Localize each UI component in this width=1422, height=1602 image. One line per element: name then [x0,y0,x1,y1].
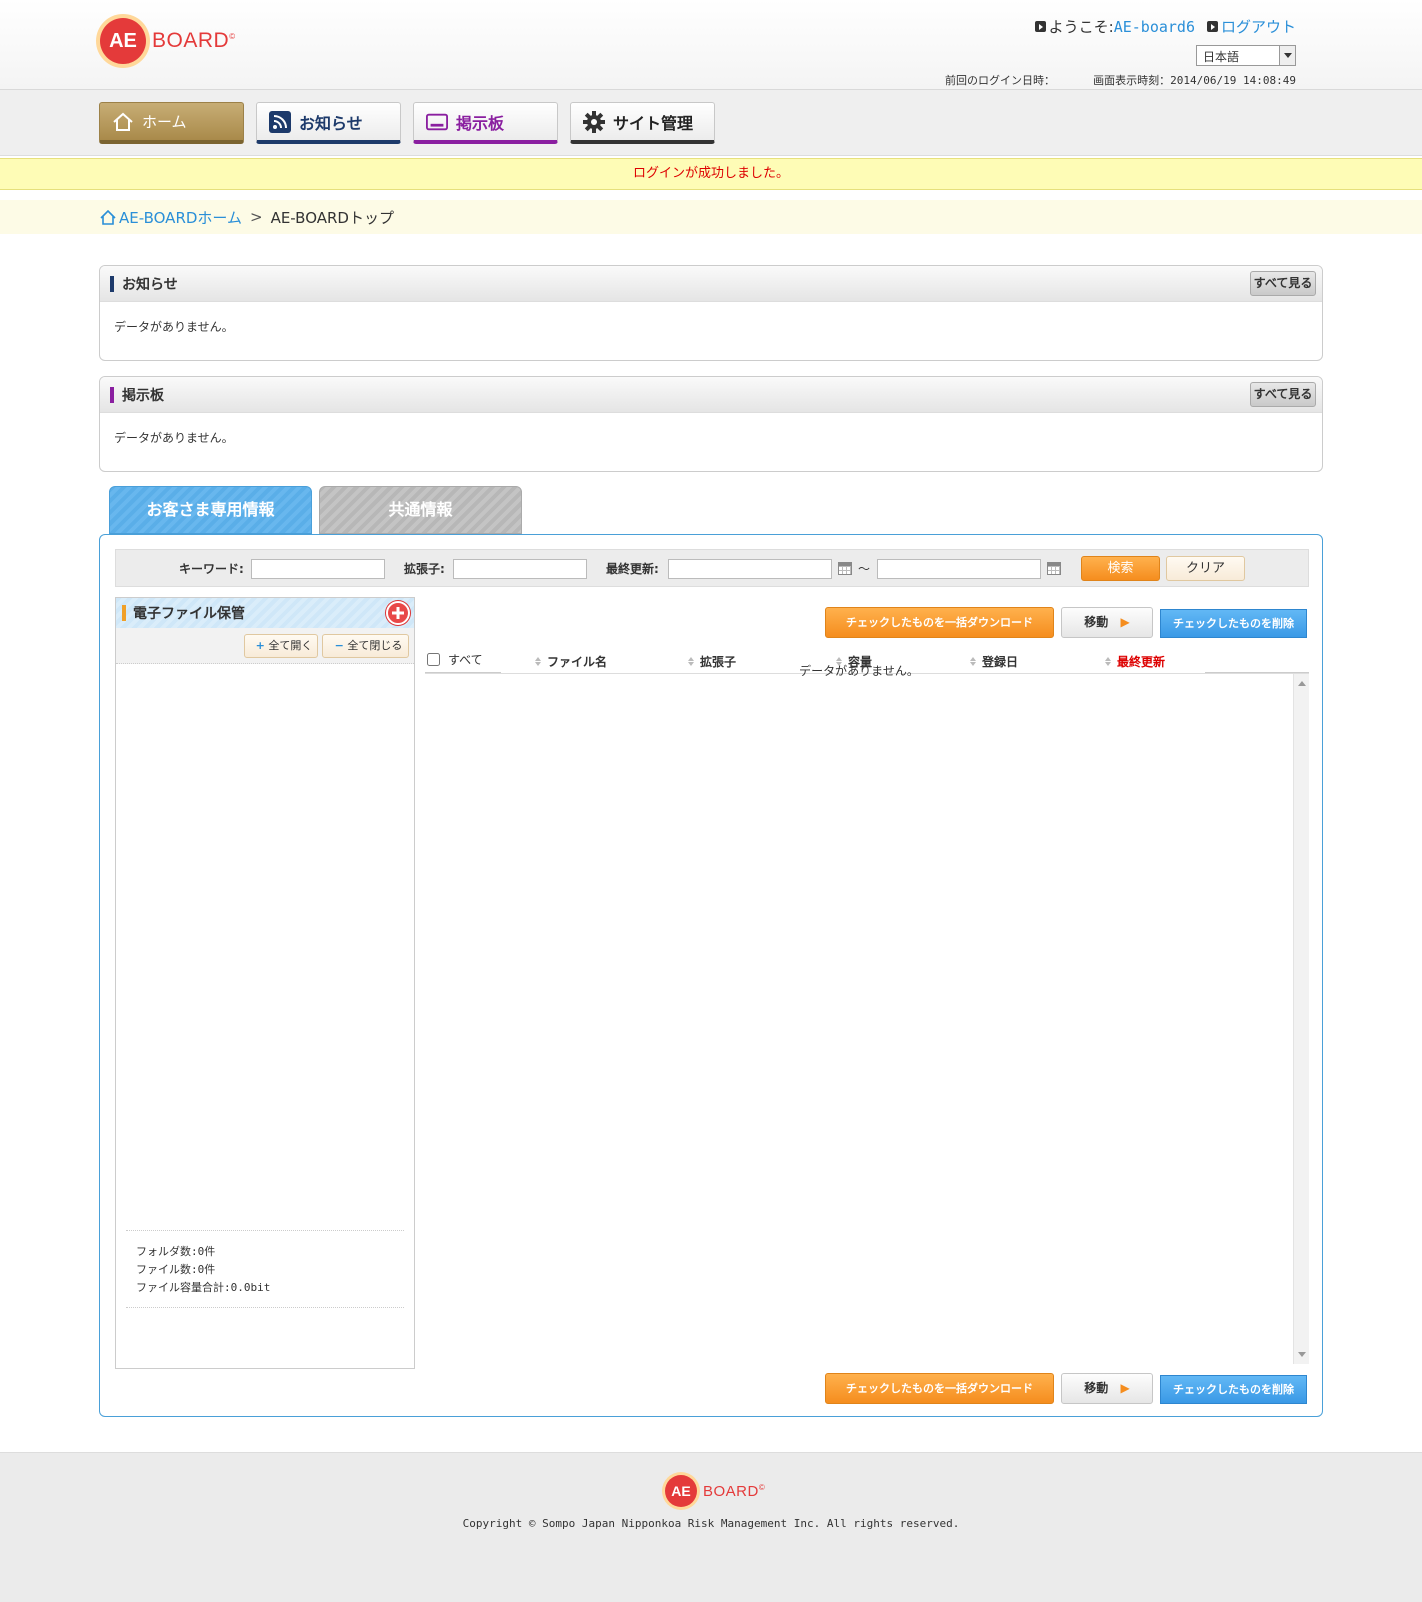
nav-board[interactable]: 掲示板 [413,102,558,144]
gear-icon [583,110,605,133]
range-separator: ～ [858,562,871,576]
folder-count: フォルダ数:0件 [136,1245,216,1258]
move-label: 移動 [1084,615,1109,629]
copyright: Copyright © Sompo Japan Nipponkoa Risk M… [462,1517,960,1530]
rss-icon [269,110,291,133]
folder-stats: フォルダ数:0件 ファイル数:0件 ファイル容量合計:0.0bit [126,1230,404,1308]
site-header: AE BOARD© ようこそ: AE-board6 ログアウト 日本語 前回のロ… [0,0,1422,90]
file-list-scrollbar[interactable] [1293,674,1309,1364]
board-empty-message: データがありません。 [114,431,234,445]
bulk-delete-button[interactable]: チェックしたものを削除 [1160,609,1307,638]
nav-news-label: お知らせ [299,113,363,133]
news-panel-header: お知らせ すべて見る [100,266,1322,302]
file-count: ファイル数:0件 [136,1263,216,1276]
date-to-input[interactable] [877,559,1041,579]
breadcrumb: AE-BOARDホーム > AE-BOARDトップ [0,200,1422,234]
logout-link[interactable]: ログアウト [1221,16,1296,37]
main-nav: ホーム お知らせ 掲示板 サイト管理 [0,90,1422,156]
panel-accent-bar [110,386,114,403]
flash-message: ログインが成功しました。 [0,158,1422,190]
last-login: 前回のログイン日時： [945,74,1055,87]
collapse-all-label: 全て閉じる [347,639,403,652]
news-panel: お知らせ すべて見る データがありません。 [99,265,1323,361]
breadcrumb-separator: > [249,208,263,226]
plus-icon: + [255,639,265,652]
bulk-delete-button[interactable]: チェックしたものを削除 [1160,1375,1307,1404]
folder-panel-header: 電子ファイル保管 [116,598,414,628]
home-icon [112,111,134,133]
logo[interactable]: AE BOARD© [100,18,236,64]
move-button[interactable]: 移動 ▶ [1061,1373,1153,1404]
file-list: データがありません。 [425,664,1309,1364]
move-label: 移動 [1084,1381,1109,1395]
scroll-up-icon[interactable] [1298,681,1306,686]
nav-admin[interactable]: サイト管理 [570,102,715,144]
site-footer: AE BOARD© Copyright © Sompo Japan Nippon… [0,1452,1422,1602]
tab-common-info[interactable]: 共通情報 [319,486,522,534]
arrow-icon [1206,21,1218,32]
keyword-label: キーワード: [179,562,244,576]
bulk-download-button[interactable]: チェックしたものを一括ダウンロード [825,607,1054,638]
news-empty-message: データがありません。 [114,320,234,334]
extension-label: 拡張子: [404,562,445,576]
scroll-down-icon[interactable] [1298,1352,1306,1357]
news-panel-title: お知らせ [122,276,178,293]
minus-icon: − [334,639,344,652]
user-box: ようこそ: AE-board6 ログアウト [1034,16,1296,37]
calendar-icon[interactable] [838,562,852,575]
display-time: 画面表示時刻：2014/06/19 14:08:49 [1093,74,1296,87]
folder-panel: 電子ファイル保管 + 全て開く − 全て閉じる フォルダ数:0件 ファイル数:0… [115,597,415,1369]
keyword-input[interactable] [251,559,385,579]
file-list-empty-message: データがありません。 [799,664,919,678]
arrow-icon [1034,21,1046,32]
extension-input[interactable] [453,559,587,579]
move-button[interactable]: 移動 ▶ [1061,607,1153,638]
date-from-input[interactable] [668,559,832,579]
logo-text: BOARD© [152,29,236,52]
language-value: 日本語 [1203,50,1240,64]
file-storage-main: キーワード: 拡張子: 最終更新: ～ 検索 クリア 電子ファイル保管 + 全て… [99,534,1323,1417]
news-see-all-button[interactable]: すべて見る [1250,271,1316,296]
board-panel-header: 掲示板 すべて見る [100,377,1322,413]
nav-home[interactable]: ホーム [99,102,244,144]
panel-accent-bar [110,275,114,292]
board-icon [426,111,448,133]
board-see-all-button[interactable]: すべて見る [1250,382,1316,407]
logo-mark: AE [665,1475,697,1507]
welcome-label: ようこそ: [1048,18,1114,36]
folder-panel-title: 電子ファイル保管 [133,606,245,622]
arrow-right-icon: ▶ [1120,615,1130,629]
breadcrumb-home-link[interactable]: AE-BOARDホーム [119,207,242,228]
logo-mark: AE [100,18,146,64]
nav-home-label: ホーム [142,113,187,131]
expand-all-label: 全て開く [268,639,313,652]
tab-customer-info[interactable]: お客さま専用情報 [109,486,312,534]
chevron-down-icon [1279,46,1295,65]
total-size: ファイル容量合計:0.0bit [136,1281,271,1294]
search-button[interactable]: 検索 [1081,556,1160,581]
add-folder-icon[interactable] [386,601,410,625]
expand-all-button[interactable]: + 全て開く [244,634,318,658]
breadcrumb-current: AE-BOARDトップ [270,208,394,227]
collapse-all-button[interactable]: − 全て閉じる [322,634,409,658]
user-name-link[interactable]: AE-board6 [1114,18,1195,36]
home-icon [100,209,116,225]
board-panel: 掲示板 すべて見る データがありません。 [99,376,1323,472]
folder-tools: + 全て開く − 全て閉じる [116,628,414,664]
panel-accent-bar [122,605,126,621]
nav-news[interactable]: お知らせ [256,102,401,144]
search-bar: キーワード: 拡張子: 最終更新: ～ 検索 クリア [115,549,1309,587]
nav-admin-label: サイト管理 [613,113,694,133]
footer-logo: AE BOARD© [665,1475,765,1507]
updated-label: 最終更新: [606,562,659,576]
board-panel-title: 掲示板 [122,387,164,404]
nav-board-label: 掲示板 [456,113,505,133]
logo-text: BOARD© [703,1482,766,1500]
language-select[interactable]: 日本語 [1196,45,1296,66]
bulk-download-button[interactable]: チェックしたものを一括ダウンロード [825,1373,1054,1404]
arrow-right-icon: ▶ [1120,1381,1130,1395]
calendar-icon[interactable] [1047,562,1061,575]
clear-button[interactable]: クリア [1166,556,1245,581]
